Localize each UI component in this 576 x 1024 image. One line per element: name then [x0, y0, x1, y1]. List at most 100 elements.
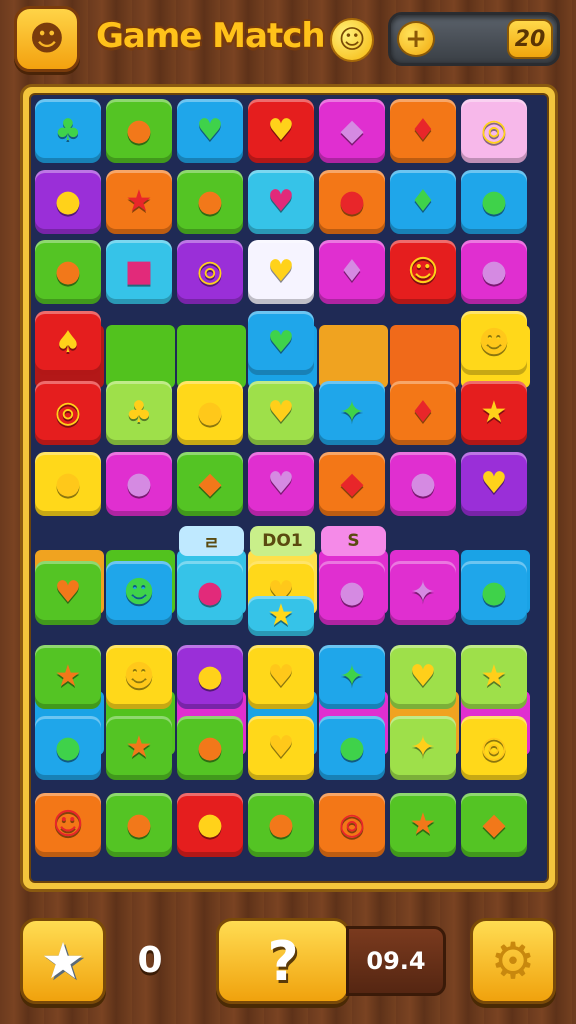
tile[interactable]: ● [390, 451, 456, 516]
tile[interactable]: ◆ [319, 451, 385, 516]
tile[interactable]: ♥ [390, 645, 456, 710]
tile[interactable]: ♥ [248, 169, 314, 234]
tile[interactable]: ✦ [390, 560, 456, 625]
tile-icon: ☻ [123, 659, 155, 695]
tile[interactable]: ♥ [35, 560, 101, 625]
star-button[interactable]: ★ [20, 918, 106, 1004]
tile[interactable]: ♦ [390, 381, 456, 445]
hint-button[interactable]: ? [216, 918, 350, 1004]
tile[interactable]: ● [35, 451, 101, 516]
tile[interactable]: ♥ [248, 451, 314, 516]
tile[interactable]: ● [106, 793, 172, 858]
tile[interactable]: ☺ [35, 793, 101, 858]
tile-icon: ★ [480, 659, 508, 695]
tile-icon: ♥ [267, 324, 295, 360]
tile-icon: ● [409, 465, 437, 501]
tile-icon: ☺ [407, 254, 439, 289]
smiley-icon[interactable]: ☺ [330, 18, 374, 62]
tile[interactable]: ● [177, 793, 243, 858]
tile[interactable]: ♥ [248, 310, 314, 375]
tile[interactable]: ♥ [248, 381, 314, 445]
tile-icon: ● [480, 574, 508, 610]
tile[interactable]: ♦ [390, 169, 456, 234]
tile[interactable]: ● [461, 169, 527, 234]
tile[interactable]: ◆ [461, 793, 527, 858]
tile[interactable]: ♦ [390, 99, 456, 163]
tile[interactable]: ● [461, 240, 527, 304]
tile-icon: ★ [409, 807, 437, 843]
tile[interactable]: ● [177, 715, 243, 780]
board-label-right: S [321, 526, 386, 556]
tile[interactable]: ★ [390, 793, 456, 858]
tile[interactable]: ✦ [319, 381, 385, 445]
tile[interactable]: ★ [106, 715, 172, 780]
tile[interactable]: ■ [106, 240, 172, 304]
board-band [390, 324, 459, 388]
tile[interactable]: ☺ [390, 240, 456, 304]
tile[interactable]: ★ [35, 645, 101, 710]
tile[interactable]: ● [319, 715, 385, 780]
tile[interactable]: ◎ [177, 240, 243, 304]
tile-icon: ◆ [482, 807, 506, 843]
tile[interactable]: ♦ [319, 240, 385, 304]
tile-icon: ♥ [267, 659, 295, 695]
tile-icon: ♥ [267, 729, 295, 765]
board-label-center: DO1 [250, 526, 315, 556]
tile[interactable]: ♥ [461, 451, 527, 516]
tile[interactable]: ◎ [35, 381, 101, 445]
tile[interactable]: ● [177, 560, 243, 625]
tile[interactable]: ♣ [35, 99, 101, 163]
tile[interactable]: ● [177, 169, 243, 234]
question-icon: ? [267, 929, 299, 993]
tile[interactable]: ★ [461, 645, 527, 710]
tile[interactable]: ♥ [248, 715, 314, 780]
tile-icon: ★ [480, 395, 508, 430]
tile[interactable]: ◎ [319, 793, 385, 858]
tile[interactable]: ★ [461, 381, 527, 445]
tile[interactable]: ♣ [106, 381, 172, 445]
tile[interactable]: ☻ [106, 645, 172, 710]
tile[interactable]: ♥ [248, 645, 314, 710]
tile[interactable]: ● [35, 169, 101, 234]
tile-icon: ★ [267, 598, 295, 634]
tile[interactable]: ☻ [461, 310, 527, 375]
tile[interactable]: ♥ [248, 99, 314, 163]
tile[interactable]: ● [35, 240, 101, 304]
tile[interactable]: ✦ [390, 715, 456, 780]
tile-icon: ♦ [409, 183, 437, 219]
tile-icon: ● [125, 113, 153, 148]
tile[interactable]: ♥ [248, 240, 314, 304]
tile-icon: ♥ [267, 254, 295, 289]
tile-icon: ● [54, 183, 82, 219]
tile[interactable]: ★ [106, 169, 172, 234]
tile[interactable]: ● [319, 560, 385, 625]
settings-button[interactable]: ⚙ [470, 918, 556, 1004]
tile[interactable]: ◎ [461, 715, 527, 780]
tile[interactable]: ● [177, 381, 243, 445]
tile[interactable]: ● [106, 451, 172, 516]
tile[interactable]: ● [248, 793, 314, 858]
board-label-left: ㄹ [179, 526, 244, 556]
tile[interactable]: ✦ [319, 645, 385, 710]
game-board: ㄹ DO1 S ♣ ● ♥ ♥ ◆ ♦ ◎ ● ★ ● ♥ ● ♦ ● ● ■ ◎ ♥ ♦ ☺ ● ♠ ♥ ☻ ◎ ♣ ● ♥ ✦ ♦ ★ ● ● ◆ ♥… [29, 93, 549, 883]
tile[interactable]: ♠ [35, 310, 101, 375]
tile[interactable]: ◆ [177, 451, 243, 516]
tile-icon: ✦ [410, 574, 436, 610]
tile[interactable]: ● [319, 169, 385, 234]
tile[interactable]: ♥ [177, 99, 243, 163]
tile-icon: ● [196, 659, 224, 695]
tile-icon: ✦ [339, 659, 365, 695]
tile[interactable]: ● [35, 715, 101, 780]
tile[interactable]: ● [461, 560, 527, 625]
tile[interactable]: ★ [248, 596, 314, 637]
tile[interactable]: ● [106, 99, 172, 163]
tile[interactable]: ● [177, 645, 243, 710]
tile[interactable]: ☻ [106, 560, 172, 625]
tile-icon: ✦ [410, 729, 436, 765]
board-frame: ㄹ DO1 S ♣ ● ♥ ♥ ◆ ♦ ◎ ● ★ ● ♥ ● ♦ ● ● ■ ◎ ♥ ♦ ☺ ● ♠ ♥ ☻ ◎ ♣ ● ♥ ✦ ♦ ★ ● ● ◆ ♥… [20, 84, 558, 892]
tile-icon: ◎ [480, 113, 508, 148]
add-plus-button[interactable]: + [397, 21, 435, 57]
tile[interactable]: ◆ [319, 99, 385, 163]
tile[interactable]: ◎ [461, 99, 527, 163]
tile-icon: ● [338, 574, 366, 610]
